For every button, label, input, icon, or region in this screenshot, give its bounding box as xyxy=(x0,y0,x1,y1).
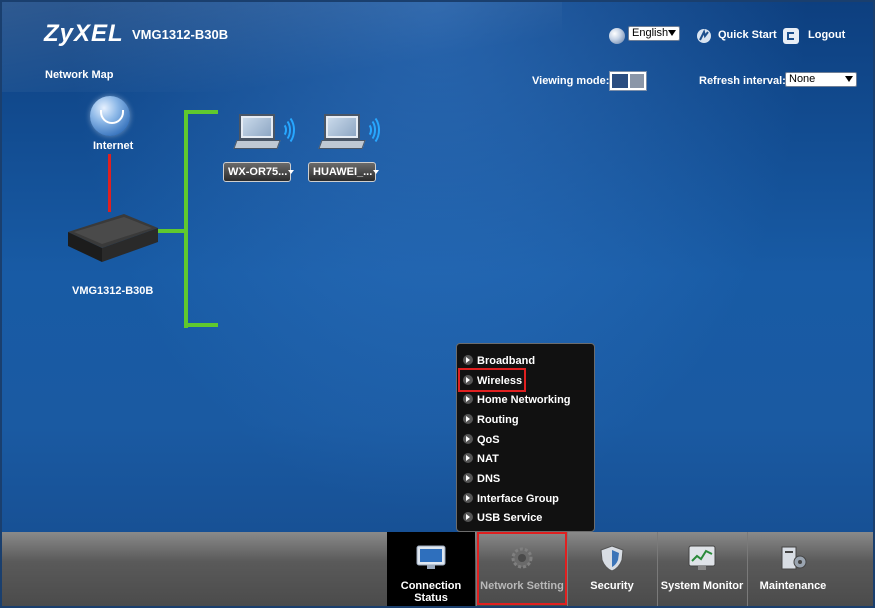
lan-bus-line xyxy=(184,110,188,328)
chevron-right-icon xyxy=(463,394,473,405)
submenu-item-nat[interactable]: NAT xyxy=(463,451,499,467)
wan-link-line xyxy=(108,154,111,212)
submenu-item-dns[interactable]: DNS xyxy=(463,471,500,487)
quick-start-icon[interactable] xyxy=(696,28,712,44)
shield-icon xyxy=(600,545,624,572)
submenu-item-wireless[interactable]: Wireless xyxy=(463,373,522,389)
language-globe-icon xyxy=(609,28,625,44)
nav-label: Connection Status xyxy=(400,580,462,604)
submenu-item-label: Home Networking xyxy=(477,394,571,406)
submenu-item-label: Wireless xyxy=(477,375,523,387)
chevron-right-icon xyxy=(463,355,473,366)
laptop-screen xyxy=(324,114,360,140)
nav-network-setting[interactable]: Network Setting xyxy=(477,532,567,606)
refresh-interval-select[interactable]: None xyxy=(785,72,857,87)
laptop-base xyxy=(318,140,366,149)
brand-logo: ZyXEL xyxy=(44,20,124,47)
nav-label: Security xyxy=(590,580,634,592)
device-label: HUAWEI_... xyxy=(313,166,373,178)
submenu-item-label: Routing xyxy=(477,414,519,426)
submenu-item-label: DNS xyxy=(477,473,501,485)
submenu-item-qos[interactable]: QoS xyxy=(463,432,500,448)
submenu-item-label: QoS xyxy=(477,434,500,446)
logout-link[interactable]: Logout xyxy=(808,29,845,41)
app-window: ZyXEL VMG1312-B30B English Quick Start L… xyxy=(0,0,875,608)
gear-icon xyxy=(511,547,533,569)
wifi-icon xyxy=(362,114,380,146)
nav-maintenance[interactable]: Maintenance xyxy=(748,532,838,606)
chart-monitor-icon xyxy=(688,545,716,570)
chevron-right-icon xyxy=(463,512,473,523)
monitor-icon xyxy=(416,545,446,569)
model-name: VMG1312-B30B xyxy=(132,27,229,42)
network-setting-submenu: Broadband Wireless Home Networking Routi… xyxy=(456,343,595,532)
topology-view-icon[interactable] xyxy=(612,74,628,88)
page-title: Network Map xyxy=(45,69,114,81)
submenu-item-label: Broadband xyxy=(477,355,536,367)
device-label: WX-OR75... xyxy=(228,166,288,178)
lan-branch-line xyxy=(184,323,218,327)
submenu-item-label: Interface Group xyxy=(477,493,559,505)
submenu-item-label: NAT xyxy=(477,453,499,465)
nav-connection-status[interactable]: Connection Status xyxy=(387,532,475,606)
logout-icon[interactable] xyxy=(783,28,799,44)
language-select[interactable]: English xyxy=(628,26,680,41)
submenu-item-label: USB Service xyxy=(477,512,543,524)
chevron-right-icon xyxy=(463,434,473,445)
refresh-interval-label: Refresh interval: xyxy=(699,75,786,87)
list-view-icon[interactable] xyxy=(630,74,644,88)
device-button[interactable]: HUAWEI_... xyxy=(308,162,380,182)
router-label: VMG1312-B30B xyxy=(72,285,154,297)
chevron-right-icon xyxy=(463,453,473,464)
refresh-interval-value: None xyxy=(789,73,816,85)
language-value: English xyxy=(632,27,669,39)
tools-icon xyxy=(781,546,807,570)
quick-start-link[interactable]: Quick Start xyxy=(718,29,777,41)
submenu-item-routing[interactable]: Routing xyxy=(463,412,519,428)
chevron-right-icon xyxy=(463,375,473,386)
submenu-item-interface-group[interactable]: Interface Group xyxy=(463,491,559,507)
laptop-screen xyxy=(239,114,275,140)
laptop-base xyxy=(233,140,281,149)
device-button[interactable]: WX-OR75... xyxy=(223,162,295,182)
internet-label: Internet xyxy=(93,140,134,152)
chevron-down-icon xyxy=(845,76,853,82)
wifi-icon xyxy=(277,114,295,146)
submenu-item-broadband[interactable]: Broadband xyxy=(463,353,535,369)
chevron-right-icon xyxy=(463,493,473,504)
nav-label: System Monitor xyxy=(660,580,744,592)
submenu-item-usb-service[interactable]: USB Service xyxy=(463,510,542,526)
submenu-item-home-networking[interactable]: Home Networking xyxy=(463,392,571,408)
router-icon[interactable] xyxy=(64,208,160,268)
nav-label: Network Setting xyxy=(480,580,564,592)
internet-globe-icon[interactable] xyxy=(90,96,130,136)
chevron-down-icon xyxy=(288,170,295,175)
chevron-down-icon xyxy=(373,170,380,175)
nav-system-monitor[interactable]: System Monitor xyxy=(658,532,746,606)
lan-branch-line xyxy=(184,110,218,114)
viewing-mode-toggle[interactable] xyxy=(609,71,647,91)
chevron-down-icon xyxy=(668,30,676,36)
chevron-right-icon xyxy=(463,473,473,484)
nav-security[interactable]: Security xyxy=(568,532,656,606)
viewing-mode-label: Viewing mode: xyxy=(532,75,610,87)
chevron-right-icon xyxy=(463,414,473,425)
nav-label: Maintenance xyxy=(759,580,827,592)
